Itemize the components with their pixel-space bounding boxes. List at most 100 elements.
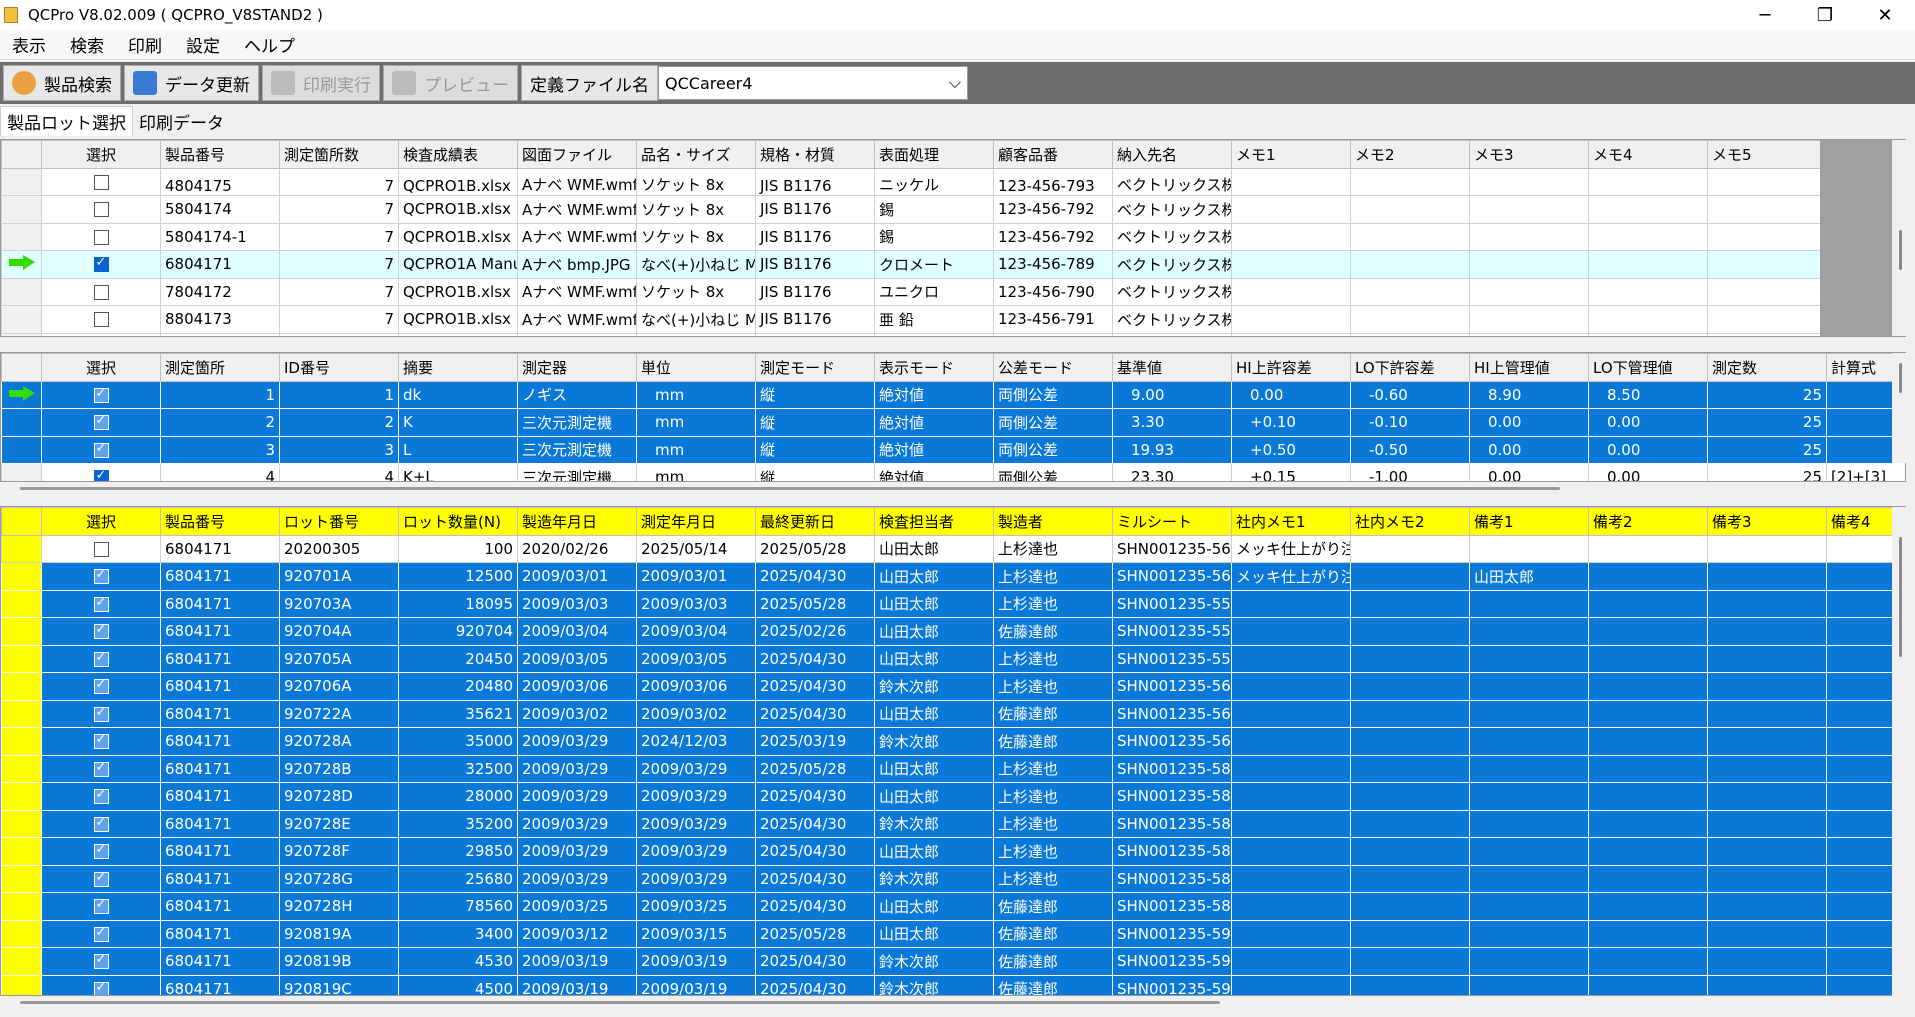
table-row[interactable]: 5804174-1 7 QCPRO1B.xlsx Aナベ WMF.wmf ソケット 8x… <box>1 222 1827 251</box>
row-header[interactable] <box>1 305 42 334</box>
table-cell[interactable]: 2025/05/28 <box>755 919 875 948</box>
table-cell[interactable] <box>1707 837 1827 866</box>
table-cell[interactable]: 2009/03/03 <box>517 589 637 618</box>
table-cell[interactable]: -0.50 <box>1350 435 1470 464</box>
menu-print[interactable]: 印刷 <box>116 32 174 57</box>
table-cell[interactable]: 2025/04/30 <box>755 864 875 893</box>
table-cell[interactable]: K <box>398 408 518 437</box>
table-cell[interactable]: [2]+[3] <box>1826 463 1905 481</box>
table-cell[interactable] <box>1707 589 1827 618</box>
table-cell[interactable] <box>1231 974 1351 995</box>
table-cell[interactable]: 6804171 <box>160 837 280 866</box>
table-cell[interactable]: 7 <box>279 167 399 196</box>
table-cell[interactable]: 2009/03/19 <box>636 974 756 995</box>
row-checkbox[interactable] <box>93 732 109 750</box>
table-cell[interactable]: 920728F <box>279 837 399 866</box>
row-checkbox[interactable] <box>93 760 109 777</box>
table-cell[interactable]: 2025/05/14 <box>636 534 756 563</box>
table-cell[interactable]: 両側公差 <box>993 380 1113 409</box>
table-cell[interactable]: Aナベ WMF.wmf <box>517 305 637 334</box>
table-cell[interactable] <box>1231 195 1351 224</box>
table-cell[interactable]: 2025/04/30 <box>755 672 875 701</box>
table-cell[interactable]: 山田太郎 <box>874 562 994 591</box>
table-cell[interactable] <box>1588 974 1708 995</box>
table-cell[interactable]: JIS B1176 <box>755 167 875 196</box>
table-cell[interactable]: 縦 <box>755 380 875 409</box>
table-cell[interactable]: 2009/03/04 <box>517 617 637 646</box>
table-cell[interactable] <box>1469 754 1589 783</box>
table-cell[interactable] <box>1588 864 1708 893</box>
table-cell[interactable]: なべ(+)小ねじ M <box>636 250 756 279</box>
table-cell[interactable]: 縦 <box>755 435 875 464</box>
table-cell[interactable] <box>1588 699 1708 728</box>
table-row[interactable]: 6804171920728E352002009/03/292009/03/292… <box>1 809 1905 838</box>
product-grid-scrollbar[interactable] <box>1892 140 1906 336</box>
table-cell[interactable]: 2009/03/01 <box>636 562 756 591</box>
table-cell[interactable]: 山田太郎 <box>1469 562 1589 591</box>
table-cell[interactable]: 2009/03/29 <box>517 864 637 893</box>
table-cell[interactable]: 2009/03/05 <box>636 644 756 673</box>
table-cell[interactable] <box>1350 195 1470 224</box>
table-cell[interactable]: ベクトリックス株式 <box>1112 250 1232 279</box>
table-cell[interactable]: 2025/04/30 <box>755 809 875 838</box>
table-cell[interactable]: 亜 鉛 <box>874 305 994 334</box>
select-cell[interactable] <box>41 195 161 224</box>
column-header[interactable]: 選択 <box>41 140 161 169</box>
table-cell[interactable] <box>1231 617 1351 646</box>
table-cell[interactable]: SHN001235-583 <box>1112 809 1232 838</box>
table-cell[interactable] <box>1588 727 1708 756</box>
table-cell[interactable]: 6804171 <box>160 699 280 728</box>
column-header[interactable]: 摘要 <box>398 353 518 382</box>
table-row[interactable]: 6804171920701A125002009/03/012009/03/012… <box>1 562 1905 591</box>
table-cell[interactable]: mm <box>636 408 756 437</box>
table-cell[interactable] <box>1231 864 1351 893</box>
row-header[interactable] <box>1 837 42 866</box>
menu-view[interactable]: 表示 <box>0 32 58 57</box>
table-cell[interactable]: 123-456-791 <box>993 305 1113 334</box>
table-cell[interactable]: 12500 <box>398 562 518 591</box>
table-cell[interactable]: Aナベ WMF.wmf <box>517 277 637 306</box>
table-cell[interactable] <box>1707 222 1827 251</box>
table-cell[interactable]: 2009/03/29 <box>517 782 637 811</box>
select-cell[interactable] <box>41 837 161 866</box>
table-cell[interactable]: 錫 <box>874 222 994 251</box>
table-cell[interactable]: +0.15 <box>1231 463 1351 481</box>
table-cell[interactable] <box>1707 892 1827 921</box>
table-cell[interactable]: 2009/03/29 <box>517 727 637 756</box>
table-cell[interactable] <box>1231 892 1351 921</box>
table-cell[interactable]: 6804171 <box>160 809 280 838</box>
table-cell[interactable]: SHN001235-585 <box>1112 864 1232 893</box>
table-cell[interactable] <box>1350 589 1470 618</box>
table-cell[interactable] <box>1469 782 1589 811</box>
table-cell[interactable]: 4 <box>160 463 280 481</box>
table-cell[interactable]: 20450 <box>398 644 518 673</box>
table-cell[interactable]: 3.30 <box>1112 408 1232 437</box>
select-cell[interactable] <box>41 672 161 701</box>
table-cell[interactable]: 7 <box>279 222 399 251</box>
table-cell[interactable]: 三次元測定機 <box>517 435 637 464</box>
table-cell[interactable]: 0.00 <box>1588 435 1708 464</box>
table-cell[interactable]: SHN001235-582 <box>1112 782 1232 811</box>
column-header[interactable]: 図面ファイル <box>517 140 637 169</box>
row-header[interactable] <box>1 408 42 437</box>
table-cell[interactable]: 920728D <box>279 782 399 811</box>
row-checkbox[interactable] <box>93 897 109 915</box>
table-cell[interactable]: 920728A <box>279 727 399 756</box>
table-cell[interactable]: 123-456-789 <box>993 250 1113 279</box>
column-header[interactable]: 社内メモ2 <box>1350 507 1470 536</box>
column-header[interactable]: 測定年月日 <box>636 507 756 536</box>
table-cell[interactable]: SHN001235-557 <box>1112 644 1232 673</box>
table-cell[interactable]: 6804171 <box>160 782 280 811</box>
table-cell[interactable]: 25 <box>1707 408 1827 437</box>
column-header[interactable]: 測定器 <box>517 353 637 382</box>
table-cell[interactable] <box>1469 250 1589 279</box>
table-cell[interactable]: 上杉達也 <box>993 672 1113 701</box>
menu-settings[interactable]: 設定 <box>174 32 232 57</box>
row-checkbox[interactable] <box>93 870 109 887</box>
table-cell[interactable]: mm <box>636 463 756 481</box>
table-cell[interactable] <box>1469 644 1589 673</box>
table-row[interactable]: 007? <box>1 332 1827 336</box>
table-cell[interactable]: 25680 <box>398 864 518 893</box>
table-cell[interactable] <box>1588 837 1708 866</box>
maximize-button[interactable]: ❐ <box>1795 0 1855 30</box>
